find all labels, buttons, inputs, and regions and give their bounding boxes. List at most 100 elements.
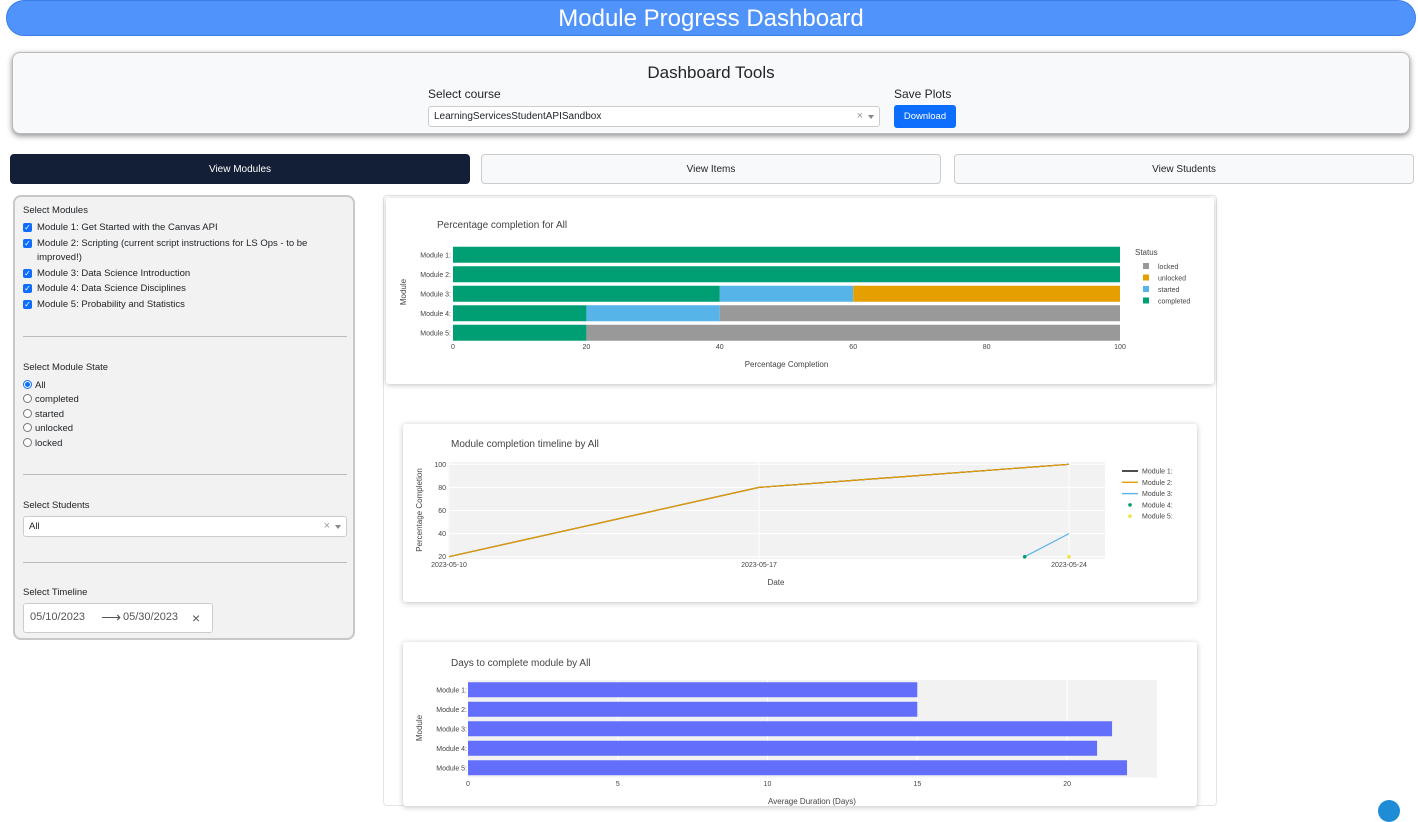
y-tick-label: 80 [438,485,446,492]
bar-completed [453,305,587,322]
state-radio-started[interactable]: started [23,408,64,422]
duration-bar [468,701,918,717]
tab-view-modules[interactable]: View Modules [10,154,470,184]
y-tick-label: 60 [438,508,446,515]
x-tick-label: 20 [1063,781,1071,788]
checkbox-checked-icon[interactable]: ✓ [23,239,32,248]
series-point-Module5 [1067,554,1071,559]
legend-marker [1128,503,1132,507]
radio-icon[interactable] [23,409,32,418]
chart-title: Days to complete module by All [451,658,591,669]
state-radio-locked[interactable]: locked [23,437,62,451]
select-timeline-label: Select Timeline [23,587,88,598]
legend-label: locked [1158,264,1178,271]
chart-title: Percentage completion for All [437,220,567,231]
legend-label: Module 3: [1142,491,1173,498]
dashboard-header: Module Progress Dashboard [6,0,1416,36]
radio-icon[interactable] [23,394,32,403]
y-tick-label: Module 3: [436,726,467,733]
chevron-down-icon[interactable] [335,525,341,529]
radio-selected-icon[interactable] [23,380,32,389]
tab-view-students[interactable]: View Students [954,154,1414,184]
legend-swatch [1143,297,1149,304]
timeline-chart-card: Module completion timeline by All 20 40 60 8… [403,424,1197,602]
timeline-chart: Module completion timeline by All 20 40 60 8… [415,439,1173,587]
checkbox-checked-icon[interactable]: ✓ [23,269,32,278]
legend-label: Module 5: [1142,514,1173,521]
date-range-picker[interactable]: 05/10/2023 ⟶ 05/30/2023 × [23,603,213,633]
y-axis-label: Module [399,278,408,305]
x-tick-label: 0 [466,781,470,788]
module-checkbox-2[interactable]: ✓ Module 2: Scripting (current script ins… [23,237,333,265]
tools-title: Dashboard Tools [647,63,775,82]
bar-unlocked [853,285,1120,302]
tab-view-items[interactable]: View Items [481,154,941,184]
legend-title: Status [1135,248,1158,257]
checkbox-checked-icon[interactable]: ✓ [23,223,32,232]
start-date-input[interactable]: 05/10/2023 [30,611,85,623]
x-axis-label: Average Duration (Days) [768,797,856,806]
x-tick-label: 80 [983,344,991,351]
x-tick-label: 5 [616,781,620,788]
chevron-down-icon[interactable] [868,115,874,119]
y-tick-label: Module 1: [436,687,467,694]
x-tick-label: 2023-05-10 [431,562,467,569]
y-tick-label: 40 [438,531,446,538]
legend-swatch [1143,274,1149,281]
select-state-label: Select Module State [23,362,109,373]
course-select[interactable]: LearningServicesStudentAPISandbox × [428,106,880,127]
radio-icon[interactable] [23,423,32,432]
clear-icon[interactable]: × [192,610,200,626]
save-plots-label: Save Plots [894,87,952,101]
students-value: All [29,521,40,532]
checkbox-checked-icon[interactable]: ✓ [23,284,32,293]
state-radio-unlocked[interactable]: unlocked [23,422,73,436]
arrow-right-icon: ⟶ [101,609,122,625]
state-radio-completed[interactable]: completed [23,393,79,407]
students-select[interactable]: All × [23,516,347,537]
bar-locked [586,324,1120,341]
legend-label: unlocked [1158,276,1186,283]
x-tick-label: 0 [451,344,455,351]
divider [23,336,347,337]
y-axis-label: Percentage Completion [415,468,424,552]
x-axis-label: Date [768,578,785,587]
state-radio-all[interactable]: All [23,379,46,393]
y-tick-label: Module 5: [436,765,467,772]
legend-swatch [1143,263,1149,269]
x-tick-label: 40 [716,344,724,351]
x-tick-label: 2023-05-17 [741,562,777,569]
bar-started [719,285,854,302]
y-tick-label: Module 5: [420,330,451,337]
help-button[interactable] [1378,800,1400,822]
end-date-input[interactable]: 05/30/2023 [123,611,178,623]
radio-icon[interactable] [23,438,32,447]
series-point-Module4 [1022,554,1027,559]
y-tick-label: 100 [434,462,446,469]
module-checkbox-1[interactable]: ✓ Module 1: Get Started with the Canvas A… [23,221,333,235]
bar-completed [453,246,1120,263]
x-tick-label: 100 [1114,344,1126,351]
select-modules-label: Select Modules [23,205,88,216]
legend-marker [1128,514,1132,518]
course-label: Select course [428,87,501,101]
bar-started [586,305,720,322]
legend-label: Module 2: [1142,480,1173,487]
x-tick-label: 15 [913,781,921,788]
divider [23,474,347,475]
clear-icon[interactable]: × [857,107,863,126]
module-checkbox-5[interactable]: ✓ Module 5: Probability and Statistics [23,298,333,312]
duration-chart: Days to complete module by All Module 1: M… [415,658,1157,806]
y-tick-label: Module 2: [436,707,467,714]
chart-title: Module completion timeline by All [451,439,599,450]
download-button[interactable]: Download [894,105,956,128]
checkbox-checked-icon[interactable]: ✓ [23,300,32,309]
dashboard-tools-panel: Dashboard Tools Select course LearningSe… [12,52,1410,134]
duration-bar [468,740,1098,756]
completion-chart: Percentage completion for All Module 1: Mo… [399,220,1190,369]
legend-label: started [1158,287,1180,294]
x-tick-label: 2023-05-24 [1051,562,1087,569]
module-checkbox-4[interactable]: ✓ Module 4: Data Science Disciplines [23,282,333,296]
module-checkbox-3[interactable]: ✓ Module 3: Data Science Introduction [23,267,333,281]
clear-icon[interactable]: × [324,517,330,536]
